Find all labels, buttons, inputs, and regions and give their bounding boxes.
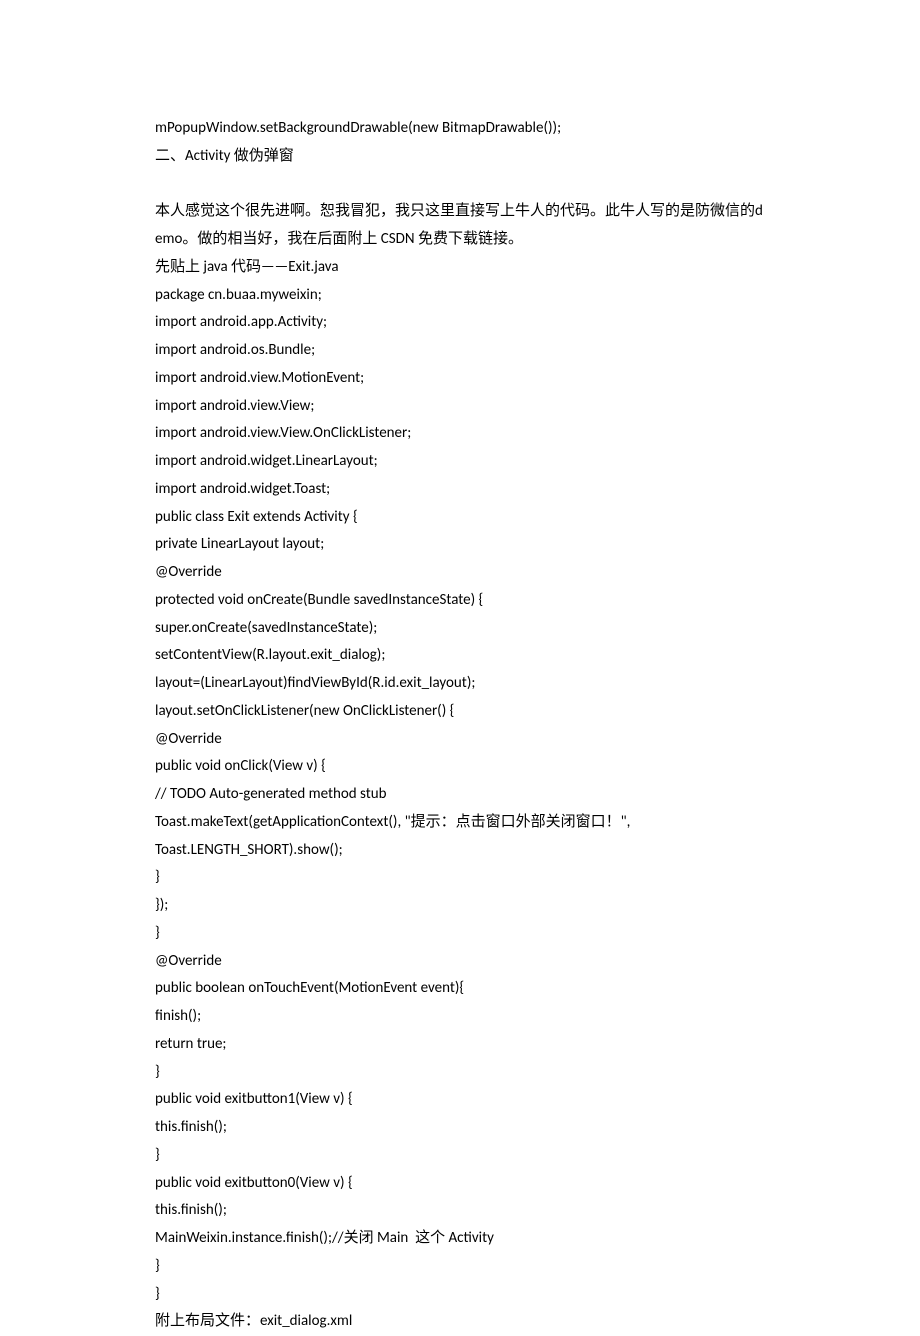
text-line: this.finish(); [155, 1114, 765, 1142]
text-line: protected void onCreate(Bundle savedInst… [155, 587, 765, 615]
text-line: public class Exit extends Activity { [155, 504, 765, 532]
text-line: } [155, 1059, 765, 1087]
text-line: public boolean onTouchEvent(MotionEvent … [155, 975, 765, 1003]
text-line: @Override [155, 726, 765, 754]
text-line: import android.view.View; [155, 393, 765, 421]
text-line: } [155, 1253, 765, 1281]
text-line: import android.app.Activity; [155, 309, 765, 337]
text-line: // TODO Auto-generated method stub [155, 781, 765, 809]
text-line: return true; [155, 1031, 765, 1059]
text-line: @Override [155, 559, 765, 587]
text-line: super.onCreate(savedInstanceState); [155, 615, 765, 643]
text-line: package cn.buaa.myweixin; [155, 282, 765, 310]
text-line: public void exitbutton1(View v) { [155, 1086, 765, 1114]
text-line: layout=(LinearLayout)findViewById(R.id.e… [155, 670, 765, 698]
text-line: 二、Activity 做伪弹窗 [155, 143, 765, 171]
text-line: import android.view.MotionEvent; [155, 365, 765, 393]
text-line: } [155, 1281, 765, 1309]
text-line: import android.widget.LinearLayout; [155, 448, 765, 476]
text-line: public void onClick(View v) { [155, 753, 765, 781]
text-line: }); [155, 892, 765, 920]
text-line: finish(); [155, 1003, 765, 1031]
text-line: setContentView(R.layout.exit_dialog); [155, 642, 765, 670]
text-line: this.finish(); [155, 1197, 765, 1225]
text-line: mPopupWindow.setBackgroundDrawable(new B… [155, 115, 765, 143]
text-line: Toast.makeText(getApplicationContext(), … [155, 809, 765, 837]
text-line: layout.setOnClickListener(new OnClickLis… [155, 698, 765, 726]
document-content: mPopupWindow.setBackgroundDrawable(new B… [155, 115, 765, 1336]
text-line [155, 171, 765, 199]
text-line: } [155, 920, 765, 948]
text-line: import android.os.Bundle; [155, 337, 765, 365]
text-line: Toast.LENGTH_SHORT).show(); [155, 837, 765, 865]
text-line: } [155, 864, 765, 892]
text-line: 附上布局文件：exit_dialog.xml [155, 1308, 765, 1336]
text-line: @Override [155, 948, 765, 976]
text-line: public void exitbutton0(View v) { [155, 1170, 765, 1198]
text-line: MainWeixin.instance.finish();//关闭 Main 这… [155, 1225, 765, 1253]
text-line: 本人感觉这个很先进啊。恕我冒犯，我只这里直接写上牛人的代码。此牛人写的是防微信的… [155, 198, 765, 254]
text-line: import android.widget.Toast; [155, 476, 765, 504]
text-line: 先贴上 java 代码——Exit.java [155, 254, 765, 282]
text-line: } [155, 1142, 765, 1170]
text-line: private LinearLayout layout; [155, 531, 765, 559]
text-line: import android.view.View.OnClickListener… [155, 420, 765, 448]
